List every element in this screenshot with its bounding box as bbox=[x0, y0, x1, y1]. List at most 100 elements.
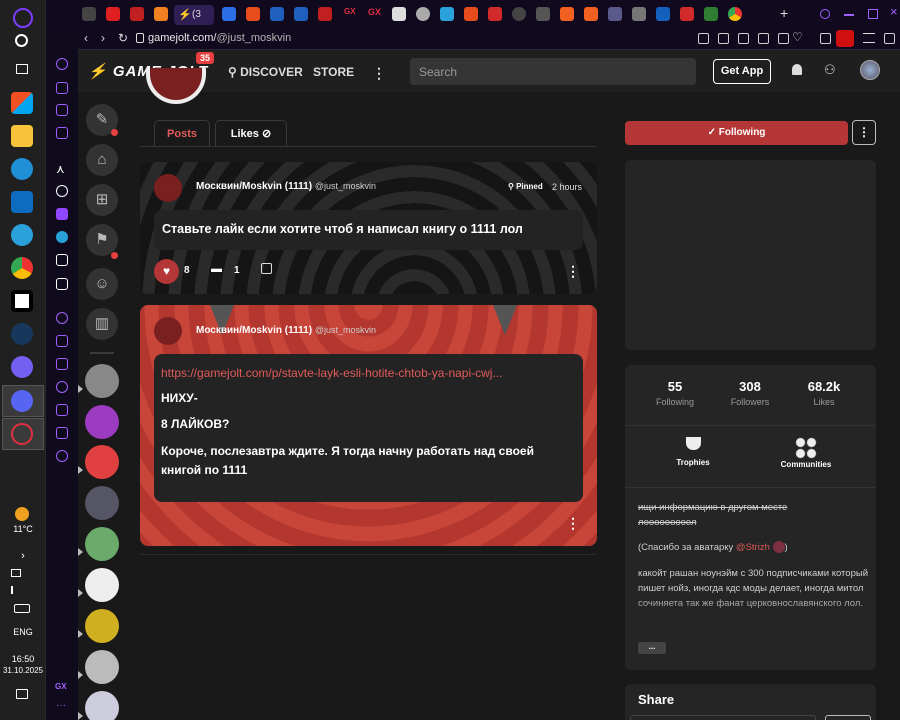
start-icon[interactable] bbox=[13, 8, 33, 28]
tab-favicon[interactable] bbox=[728, 7, 742, 21]
community-avatar[interactable] bbox=[85, 405, 119, 439]
tab-favicon[interactable] bbox=[318, 7, 332, 21]
tab-favicon[interactable] bbox=[536, 7, 550, 21]
stat-following[interactable]: 55 Following bbox=[635, 379, 715, 407]
chrome-icon[interactable] bbox=[11, 257, 33, 279]
twitch-icon[interactable] bbox=[56, 208, 68, 220]
menu-icon[interactable] bbox=[863, 33, 875, 43]
outlook-icon[interactable] bbox=[11, 191, 33, 213]
community-avatar[interactable] bbox=[85, 527, 119, 561]
community-avatar[interactable] bbox=[85, 445, 119, 479]
stat-followers[interactable]: 308 Followers bbox=[710, 379, 790, 407]
search-input[interactable] bbox=[410, 58, 696, 85]
ai-icon[interactable]: ⋏ bbox=[56, 162, 65, 176]
downloads-icon[interactable] bbox=[56, 404, 68, 416]
opera-gx-icon[interactable] bbox=[11, 423, 33, 445]
clock-date[interactable]: 31.10.2025 bbox=[0, 666, 46, 675]
more-nav-icon[interactable]: ⋮ bbox=[372, 65, 386, 82]
new-tab-icon[interactable]: + bbox=[780, 5, 788, 21]
community-avatar[interactable] bbox=[85, 650, 119, 684]
network-icon[interactable] bbox=[11, 569, 21, 577]
rail-store-icon[interactable]: ⌂ bbox=[86, 144, 118, 176]
tab-favicon[interactable] bbox=[560, 7, 574, 21]
gx-corner-icon[interactable] bbox=[56, 82, 68, 94]
translate-icon[interactable] bbox=[758, 33, 769, 44]
post-author-avatar[interactable] bbox=[154, 174, 182, 202]
post-more-icon[interactable]: ⋮ bbox=[566, 516, 580, 530]
tab-youtube[interactable] bbox=[106, 7, 120, 21]
keyboard-icon[interactable] bbox=[14, 604, 30, 613]
tab-favicon[interactable] bbox=[488, 7, 502, 21]
tab-favicon[interactable] bbox=[584, 7, 598, 21]
close-icon[interactable]: × bbox=[890, 4, 898, 19]
favorite-icon[interactable]: ♡ bbox=[792, 30, 803, 44]
file-explorer-icon[interactable] bbox=[11, 125, 33, 147]
get-app-button[interactable]: Get App bbox=[713, 59, 771, 84]
post-text[interactable]: Ставьте лайк если хотите чтоб я написал … bbox=[154, 210, 583, 250]
back-icon[interactable]: ‹ bbox=[84, 31, 88, 45]
show-more-button[interactable]: ... bbox=[638, 642, 666, 654]
notifications-icon[interactable] bbox=[16, 689, 28, 699]
active-tab[interactable]: ⚡ (3 bbox=[174, 5, 214, 25]
site-info-icon[interactable] bbox=[136, 33, 144, 43]
profile-more-button[interactable]: ⋮ bbox=[852, 120, 876, 145]
forward-icon[interactable]: › bbox=[101, 31, 105, 45]
communities-link[interactable]: Communities bbox=[768, 437, 844, 469]
nav-store[interactable]: STORE bbox=[313, 65, 354, 79]
store-icon[interactable] bbox=[11, 92, 33, 114]
tab-favicon[interactable] bbox=[680, 7, 694, 21]
block-icon[interactable] bbox=[738, 33, 749, 44]
post-card[interactable]: Москвин/Moskvin (1111) @just_moskvin htt… bbox=[140, 305, 597, 546]
following-button[interactable]: ✓ Following bbox=[625, 121, 848, 145]
post-card[interactable]: Москвин/Moskvin (1111) @just_moskvin ⚲ P… bbox=[140, 162, 597, 294]
tab-favicon[interactable] bbox=[704, 7, 718, 21]
tab-gx-favicon[interactable]: GX bbox=[344, 7, 358, 21]
tab-gx-favicon[interactable]: GX bbox=[368, 7, 382, 21]
tab-favicon[interactable] bbox=[154, 7, 168, 21]
discord-sidebar-icon[interactable] bbox=[56, 278, 68, 290]
tiktok-icon[interactable] bbox=[56, 254, 68, 266]
tab-favicon[interactable] bbox=[294, 7, 308, 21]
post-author-avatar[interactable] bbox=[154, 317, 182, 345]
tab-favicon[interactable] bbox=[416, 7, 430, 21]
settings-icon[interactable] bbox=[56, 450, 68, 462]
tab-favicon[interactable] bbox=[608, 7, 622, 21]
tab-favicon[interactable] bbox=[270, 7, 284, 21]
tab-favicon[interactable] bbox=[440, 7, 454, 21]
notifications-bell-icon[interactable] bbox=[792, 64, 802, 75]
maximize-icon[interactable] bbox=[868, 9, 878, 19]
mention-link[interactable]: @Strizh bbox=[736, 542, 770, 553]
player-icon[interactable] bbox=[56, 312, 68, 324]
app-icon[interactable] bbox=[11, 290, 33, 312]
nav-discover[interactable]: ⚲ DISCOVER bbox=[228, 65, 303, 79]
sidebar-more-icon[interactable]: ··· bbox=[56, 700, 66, 711]
tabs-icon[interactable] bbox=[56, 358, 68, 370]
tab-favicon[interactable] bbox=[392, 7, 406, 21]
gx-store-icon[interactable] bbox=[56, 104, 68, 116]
weather-icon[interactable] bbox=[15, 507, 29, 521]
community-avatar[interactable] bbox=[85, 486, 119, 520]
extensions-icon[interactable] bbox=[56, 427, 68, 439]
steam-icon[interactable] bbox=[11, 323, 33, 345]
viber-icon[interactable] bbox=[11, 356, 33, 378]
tab-favicon[interactable] bbox=[464, 7, 478, 21]
post-author[interactable]: Москвин/Moskvin (1111) @just_moskvin bbox=[196, 181, 376, 192]
rail-library-icon[interactable]: ▥ bbox=[86, 308, 118, 340]
tab-favicon[interactable] bbox=[512, 7, 526, 21]
friends-icon[interactable]: ⚇ bbox=[824, 62, 836, 78]
trophies-link[interactable]: Trophies bbox=[655, 437, 731, 467]
share-input[interactable] bbox=[630, 715, 816, 720]
chevron-icon[interactable]: › bbox=[0, 550, 46, 562]
workspaces-icon[interactable] bbox=[56, 335, 68, 347]
task-view-icon[interactable] bbox=[16, 64, 28, 74]
tab-favicon[interactable] bbox=[632, 7, 646, 21]
tab-favicon[interactable] bbox=[82, 7, 96, 21]
post-body[interactable]: https://gamejolt.com/p/stavte-layk-esli-… bbox=[154, 354, 583, 502]
discord-icon[interactable] bbox=[11, 390, 33, 412]
post-link[interactable]: https://gamejolt.com/p/stavte-layk-esli-… bbox=[161, 366, 576, 380]
copy-button[interactable] bbox=[825, 715, 871, 720]
tab-likes[interactable]: Likes ⊘ bbox=[215, 120, 287, 147]
minimize-icon[interactable] bbox=[844, 14, 854, 16]
volume-icon[interactable] bbox=[11, 586, 19, 594]
search-tabs-icon[interactable] bbox=[820, 9, 830, 19]
